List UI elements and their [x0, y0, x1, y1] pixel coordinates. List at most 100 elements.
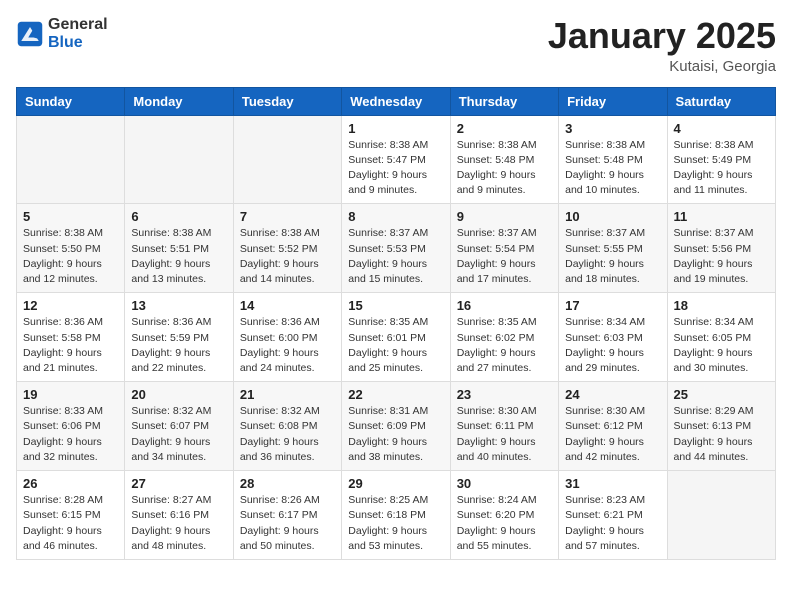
day-info: Sunrise: 8:34 AM Sunset: 6:03 PM Dayligh…	[565, 315, 660, 376]
day-number: 7	[240, 209, 335, 224]
day-info: Sunrise: 8:35 AM Sunset: 6:01 PM Dayligh…	[348, 315, 443, 376]
weekday-header-monday: Monday	[125, 87, 233, 115]
weekday-header-saturday: Saturday	[667, 87, 775, 115]
calendar-cell: 2 Sunrise: 8:38 AM Sunset: 5:48 PM Daylig…	[450, 115, 558, 204]
day-info: Sunrise: 8:38 AM Sunset: 5:48 PM Dayligh…	[457, 138, 552, 199]
calendar-cell: 23 Sunrise: 8:30 AM Sunset: 6:11 PM Dayli…	[450, 382, 558, 471]
day-info: Sunrise: 8:38 AM Sunset: 5:49 PM Dayligh…	[674, 138, 769, 199]
calendar-cell: 15 Sunrise: 8:35 AM Sunset: 6:01 PM Dayli…	[342, 293, 450, 382]
calendar-cell: 14 Sunrise: 8:36 AM Sunset: 6:00 PM Dayli…	[233, 293, 341, 382]
calendar-cell: 26 Sunrise: 8:28 AM Sunset: 6:15 PM Dayli…	[17, 471, 125, 560]
day-info: Sunrise: 8:30 AM Sunset: 6:11 PM Dayligh…	[457, 404, 552, 465]
calendar-cell: 8 Sunrise: 8:37 AM Sunset: 5:53 PM Daylig…	[342, 204, 450, 293]
day-info: Sunrise: 8:37 AM Sunset: 5:53 PM Dayligh…	[348, 226, 443, 287]
calendar-cell: 29Sunrise: 8:25 AM Sunset: 6:18 PM Dayli…	[342, 471, 450, 560]
day-number: 18	[674, 298, 769, 313]
weekday-header-wednesday: Wednesday	[342, 87, 450, 115]
day-number: 25	[674, 387, 769, 402]
day-number: 30	[457, 476, 552, 491]
calendar-cell: 3 Sunrise: 8:38 AM Sunset: 5:48 PM Daylig…	[559, 115, 667, 204]
day-number: 3	[565, 121, 660, 136]
day-number: 11	[674, 209, 769, 224]
day-info: Sunrise: 8:38 AM Sunset: 5:50 PM Dayligh…	[23, 226, 118, 287]
day-number: 24	[565, 387, 660, 402]
day-number: 2	[457, 121, 552, 136]
calendar-cell: 25 Sunrise: 8:29 AM Sunset: 6:13 PM Dayli…	[667, 382, 775, 471]
day-number: 28	[240, 476, 335, 491]
day-info: Sunrise: 8:37 AM Sunset: 5:55 PM Dayligh…	[565, 226, 660, 287]
day-info: Sunrise: 8:30 AM Sunset: 6:12 PM Dayligh…	[565, 404, 660, 465]
weekday-header-friday: Friday	[559, 87, 667, 115]
day-number: 26	[23, 476, 118, 491]
calendar-week-3: 12Sunrise: 8:36 AM Sunset: 5:58 PM Dayli…	[17, 293, 776, 382]
day-info: Sunrise: 8:38 AM Sunset: 5:51 PM Dayligh…	[131, 226, 226, 287]
day-number: 17	[565, 298, 660, 313]
day-number: 19	[23, 387, 118, 402]
calendar-cell: 4 Sunrise: 8:38 AM Sunset: 5:49 PM Daylig…	[667, 115, 775, 204]
logo-blue: Blue	[48, 34, 83, 51]
calendar-week-5: 26 Sunrise: 8:28 AM Sunset: 6:15 PM Dayli…	[17, 471, 776, 560]
day-info: Sunrise: 8:38 AM Sunset: 5:47 PM Dayligh…	[348, 138, 443, 199]
calendar-cell: 6 Sunrise: 8:38 AM Sunset: 5:51 PM Daylig…	[125, 204, 233, 293]
logo: General Blue	[16, 16, 108, 52]
day-info: Sunrise: 8:31 AM Sunset: 6:09 PM Dayligh…	[348, 404, 443, 465]
day-number: 16	[457, 298, 552, 313]
day-info: Sunrise: 8:38 AM Sunset: 5:48 PM Dayligh…	[565, 138, 660, 199]
day-number: 8	[348, 209, 443, 224]
day-info: Sunrise: 8:37 AM Sunset: 5:54 PM Dayligh…	[457, 226, 552, 287]
calendar-cell: 5 Sunrise: 8:38 AM Sunset: 5:50 PM Daylig…	[17, 204, 125, 293]
logo-icon	[16, 20, 44, 48]
day-number: 20	[131, 387, 226, 402]
calendar-cell	[667, 471, 775, 560]
day-number: 23	[457, 387, 552, 402]
day-number: 10	[565, 209, 660, 224]
calendar-cell: 13 Sunrise: 8:36 AM Sunset: 5:59 PM Dayli…	[125, 293, 233, 382]
calendar-table: SundayMondayTuesdayWednesdayThursdayFrid…	[16, 87, 776, 560]
day-number: 13	[131, 298, 226, 313]
day-info: Sunrise: 8:37 AM Sunset: 5:56 PM Dayligh…	[674, 226, 769, 287]
calendar-cell: 28 Sunrise: 8:26 AM Sunset: 6:17 PM Dayli…	[233, 471, 341, 560]
day-info: Sunrise: 8:28 AM Sunset: 6:15 PM Dayligh…	[23, 493, 118, 554]
calendar-cell: 9 Sunrise: 8:37 AM Sunset: 5:54 PM Daylig…	[450, 204, 558, 293]
calendar-cell: 22 Sunrise: 8:31 AM Sunset: 6:09 PM Dayli…	[342, 382, 450, 471]
calendar-cell: 18 Sunrise: 8:34 AM Sunset: 6:05 PM Dayli…	[667, 293, 775, 382]
day-info: Sunrise: 8:29 AM Sunset: 6:13 PM Dayligh…	[674, 404, 769, 465]
page-header: General Blue January 2025 Kutaisi, Georg…	[16, 16, 776, 75]
calendar-cell: 17 Sunrise: 8:34 AM Sunset: 6:03 PM Dayli…	[559, 293, 667, 382]
day-number: 27	[131, 476, 226, 491]
day-info: Sunrise: 8:25 AM Sunset: 6:18 PM Dayligh…	[348, 493, 443, 554]
calendar-cell	[125, 115, 233, 204]
calendar-cell: 20Sunrise: 8:32 AM Sunset: 6:07 PM Dayli…	[125, 382, 233, 471]
day-number: 1	[348, 121, 443, 136]
day-info: Sunrise: 8:34 AM Sunset: 6:05 PM Dayligh…	[674, 315, 769, 376]
day-info: Sunrise: 8:36 AM Sunset: 5:59 PM Dayligh…	[131, 315, 226, 376]
calendar-cell	[233, 115, 341, 204]
calendar-cell: 12Sunrise: 8:36 AM Sunset: 5:58 PM Dayli…	[17, 293, 125, 382]
logo-general: General	[48, 16, 108, 33]
location: Kutaisi, Georgia	[548, 58, 776, 75]
day-info: Sunrise: 8:27 AM Sunset: 6:16 PM Dayligh…	[131, 493, 226, 554]
calendar-header-row: SundayMondayTuesdayWednesdayThursdayFrid…	[17, 87, 776, 115]
month-title: January 2025	[548, 16, 776, 56]
calendar-cell: 16Sunrise: 8:35 AM Sunset: 6:02 PM Dayli…	[450, 293, 558, 382]
day-number: 4	[674, 121, 769, 136]
day-number: 9	[457, 209, 552, 224]
day-number: 6	[131, 209, 226, 224]
calendar-cell: 11 Sunrise: 8:37 AM Sunset: 5:56 PM Dayli…	[667, 204, 775, 293]
calendar-cell: 7Sunrise: 8:38 AM Sunset: 5:52 PM Daylig…	[233, 204, 341, 293]
day-number: 14	[240, 298, 335, 313]
day-info: Sunrise: 8:26 AM Sunset: 6:17 PM Dayligh…	[240, 493, 335, 554]
weekday-header-thursday: Thursday	[450, 87, 558, 115]
day-info: Sunrise: 8:36 AM Sunset: 6:00 PM Dayligh…	[240, 315, 335, 376]
day-number: 5	[23, 209, 118, 224]
day-number: 15	[348, 298, 443, 313]
day-number: 21	[240, 387, 335, 402]
calendar-cell: 24 Sunrise: 8:30 AM Sunset: 6:12 PM Dayli…	[559, 382, 667, 471]
title-section: January 2025 Kutaisi, Georgia	[548, 16, 776, 75]
weekday-header-tuesday: Tuesday	[233, 87, 341, 115]
calendar-week-1: 1 Sunrise: 8:38 AM Sunset: 5:47 PM Daylig…	[17, 115, 776, 204]
calendar-cell: 19Sunrise: 8:33 AM Sunset: 6:06 PM Dayli…	[17, 382, 125, 471]
day-number: 22	[348, 387, 443, 402]
day-info: Sunrise: 8:24 AM Sunset: 6:20 PM Dayligh…	[457, 493, 552, 554]
calendar-cell: 10 Sunrise: 8:37 AM Sunset: 5:55 PM Dayli…	[559, 204, 667, 293]
